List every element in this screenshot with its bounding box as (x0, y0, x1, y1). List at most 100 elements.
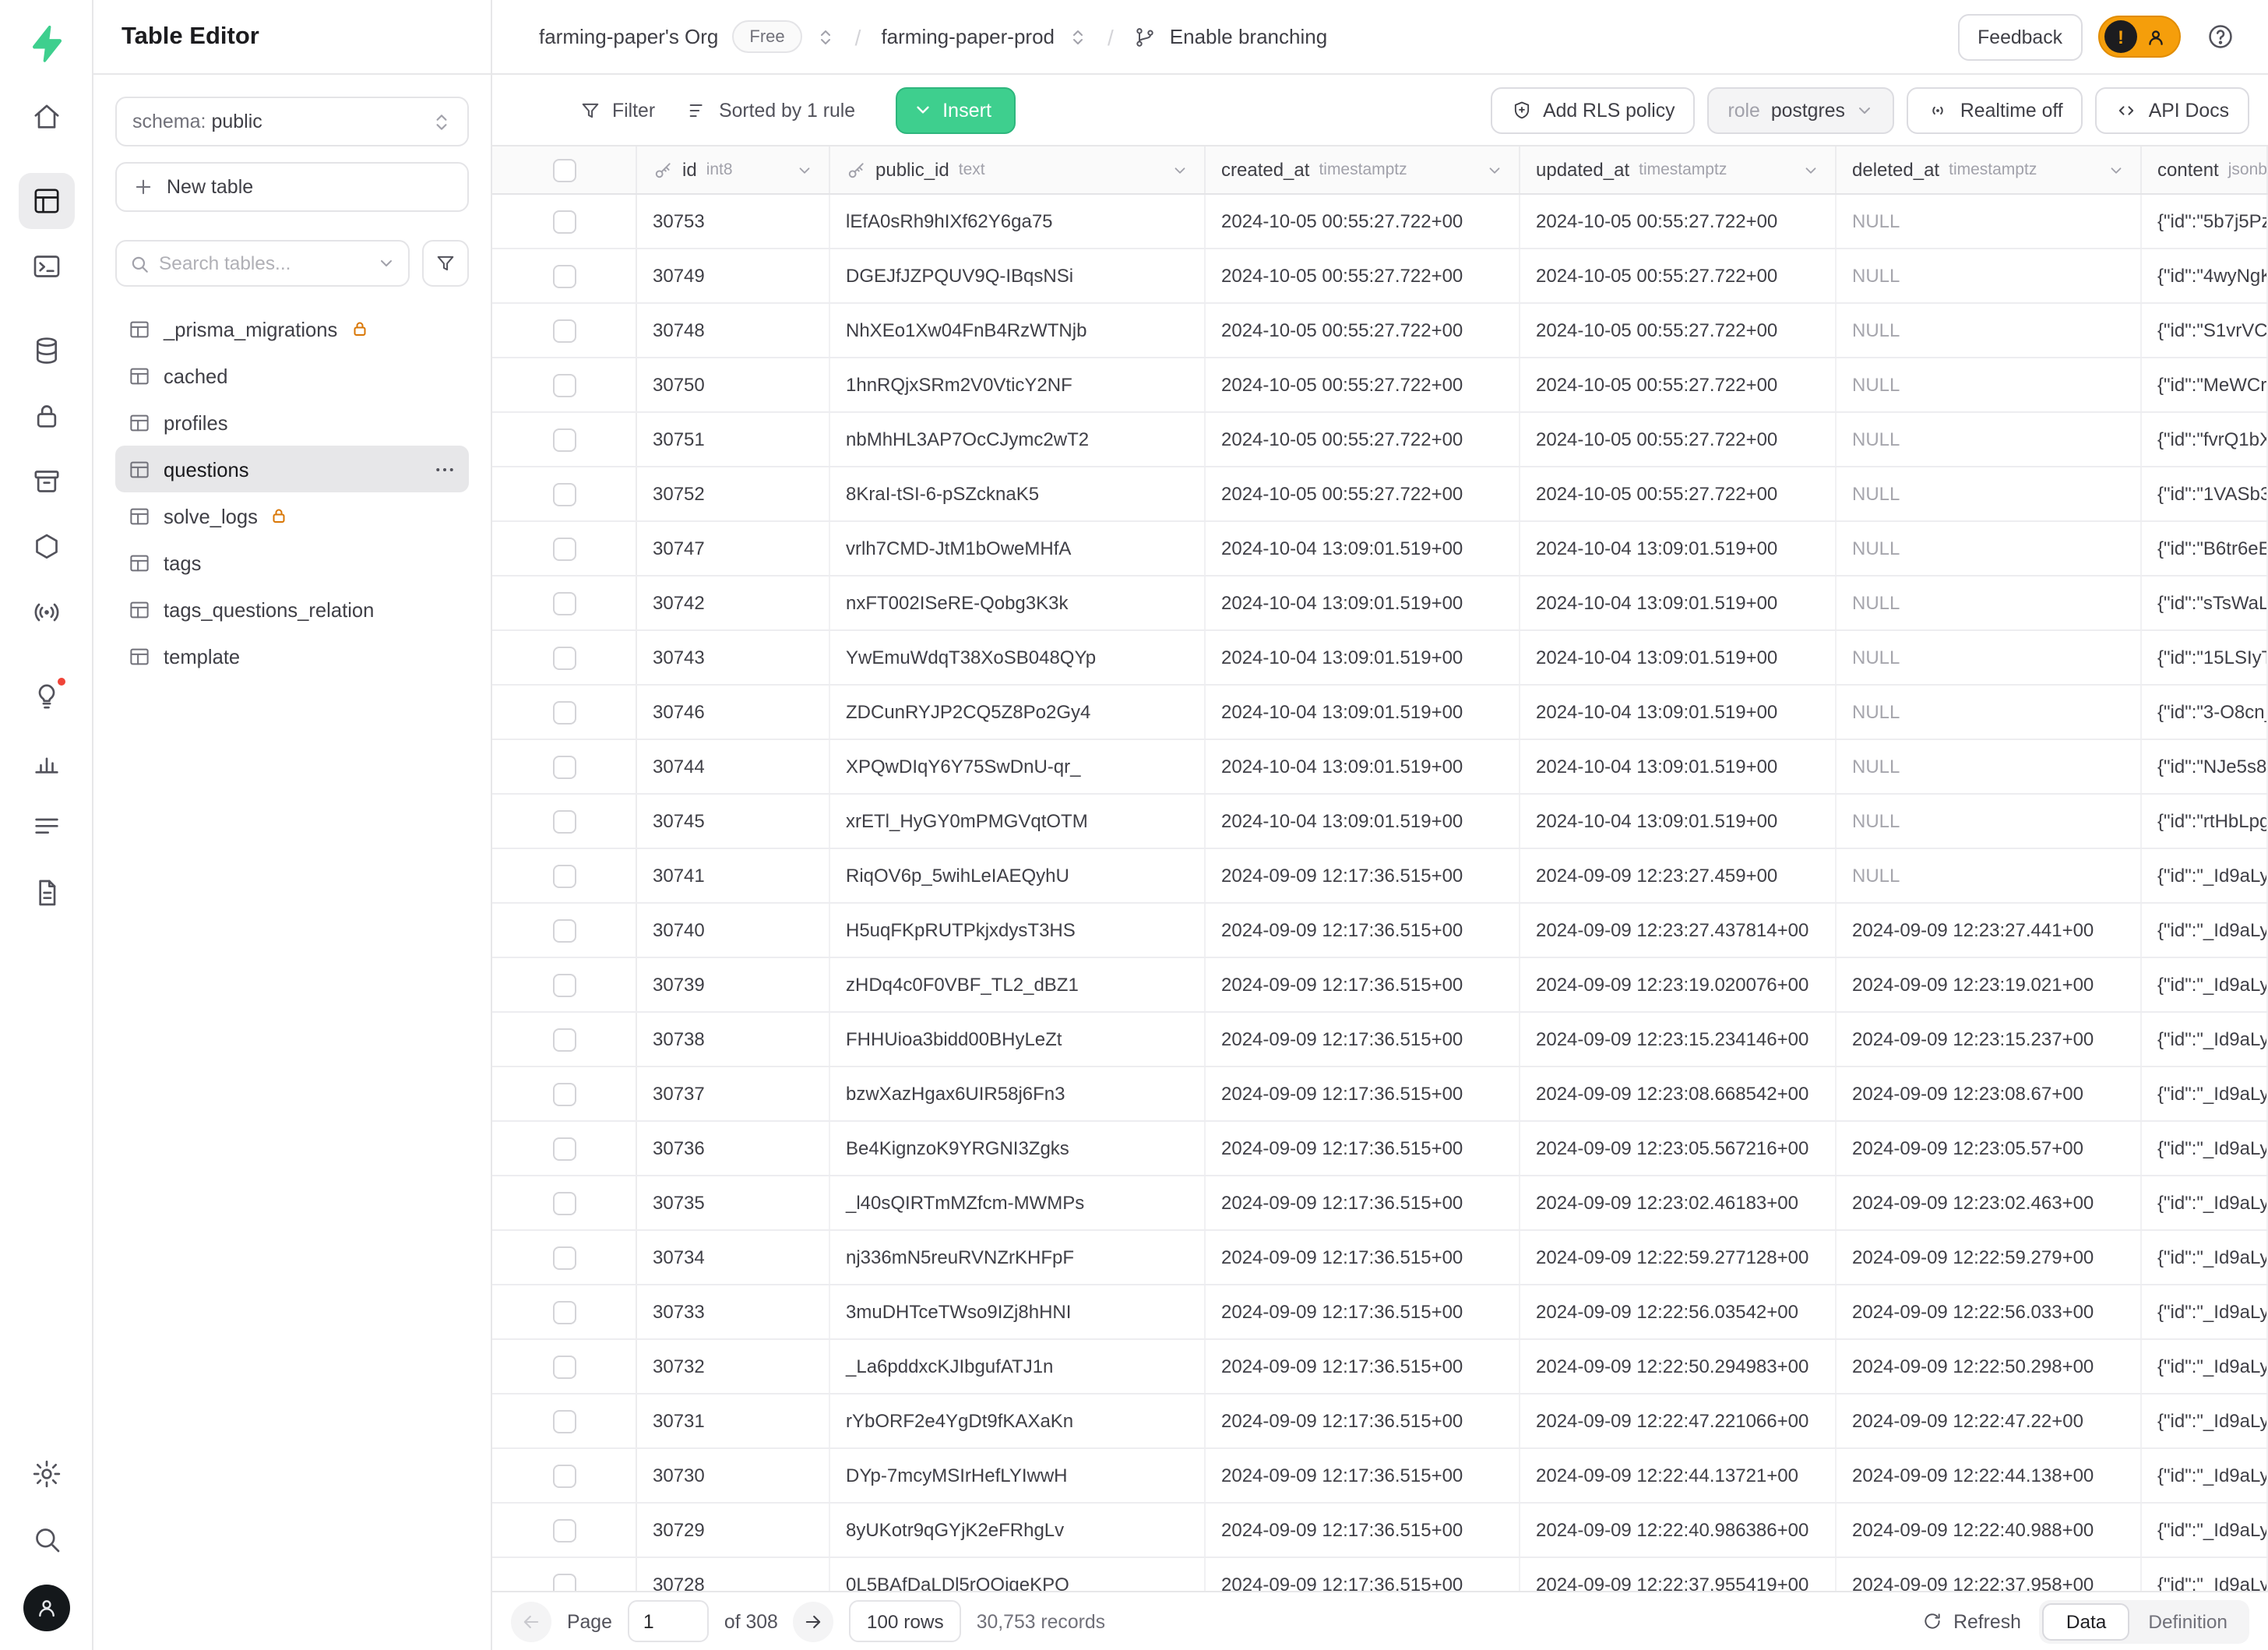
grid-cell[interactable]: 30746 (637, 686, 830, 739)
column-header[interactable]: content jsonb (2142, 146, 2268, 193)
grid-cell[interactable]: NULL (1837, 249, 2142, 302)
grid-cell[interactable]: 30734 (637, 1231, 830, 1284)
search-tables-field[interactable] (115, 240, 410, 287)
grid-cell[interactable]: lEfA0sRh9hIXf62Y6ga75 (830, 195, 1206, 248)
grid-cell[interactable]: 30752 (637, 467, 830, 520)
row-checkbox[interactable] (552, 373, 576, 397)
grid-cell[interactable]: 2024-09-09 12:22:44.138+00 (1837, 1449, 2142, 1502)
grid-cell[interactable]: 2024-10-04 13:09:01.519+00 (1206, 631, 1520, 684)
grid-cell[interactable]: 2024-09-09 12:17:36.515+00 (1206, 1285, 1520, 1338)
chevron-down-icon[interactable] (1802, 161, 1819, 178)
grid-cell[interactable]: 30740 (637, 904, 830, 957)
grid-cell[interactable]: zHDq4c0F0VBF_TL2_dBZ1 (830, 958, 1206, 1011)
grid-cell[interactable]: 30744 (637, 740, 830, 793)
grid-cell[interactable]: NULL (1837, 467, 2142, 520)
column-header[interactable]: deleted_at timestamptz (1837, 146, 2142, 193)
refresh-button[interactable]: Refresh (1922, 1610, 2021, 1632)
grid-cell[interactable]: DGEJfJZPQUV9Q-IBqsNSi (830, 249, 1206, 302)
grid-cell[interactable]: 2024-10-05 00:55:27.722+00 (1206, 413, 1520, 466)
org-switcher-icon[interactable] (816, 27, 835, 46)
grid-cell[interactable]: {"id":"_Id9aLyJpMHQLaiQC (2142, 1449, 2268, 1502)
grid-cell[interactable]: nj336mN5reuRVNZrKHFpF (830, 1231, 1206, 1284)
user-avatar[interactable] (23, 1585, 69, 1631)
grid-cell[interactable]: 8KraI-tSI-6-pSZcknaK5 (830, 467, 1206, 520)
grid-cell[interactable]: DYp-7mcyMSIrHefLYIwwH (830, 1449, 1206, 1502)
sql-editor-icon[interactable] (18, 238, 74, 294)
sidebar-table-item[interactable]: tags (115, 539, 469, 586)
rows-per-page-select[interactable]: 100 rows (850, 1600, 961, 1642)
grid-cell[interactable]: bzwXazHgax6UIR58j6Fn3 (830, 1067, 1206, 1120)
grid-cell[interactable]: 2024-10-04 13:09:01.519+00 (1206, 795, 1520, 848)
grid-cell[interactable]: YwEmuWdqT38XoSB048QYp (830, 631, 1206, 684)
grid-cell[interactable]: NULL (1837, 576, 2142, 629)
grid-cell[interactable]: 30738 (637, 1013, 830, 1066)
realtime-toggle-button[interactable]: Realtime off (1907, 86, 2083, 133)
schema-select[interactable]: schema: public (115, 97, 469, 146)
row-checkbox[interactable] (552, 1082, 576, 1105)
grid-cell[interactable]: 2024-09-09 12:23:05.567216+00 (1520, 1122, 1837, 1175)
grid-cell[interactable]: 2024-10-04 13:09:01.519+00 (1520, 740, 1837, 793)
project-switcher-icon[interactable] (1069, 27, 1087, 46)
grid-cell[interactable]: {"id":"_Id9aLyJpMHQLaiQC (2142, 1231, 2268, 1284)
grid-cell[interactable]: {"id":"15LSIyT0JGMf3Kl4Vn (2142, 631, 2268, 684)
grid-cell[interactable]: Be4KignzoK9YRGNI3Zgks (830, 1122, 1206, 1175)
grid-cell[interactable]: 2024-09-09 12:17:36.515+00 (1206, 1231, 1520, 1284)
grid-cell[interactable]: 2024-09-09 12:23:19.021+00 (1837, 958, 2142, 1011)
row-checkbox[interactable] (552, 264, 576, 287)
grid-cell[interactable]: 2024-09-09 12:22:50.298+00 (1837, 1340, 2142, 1393)
grid-cell[interactable]: 30742 (637, 576, 830, 629)
grid-cell[interactable]: 2024-09-09 12:23:08.67+00 (1837, 1067, 2142, 1120)
grid-cell[interactable]: 2024-09-09 12:17:36.515+00 (1206, 849, 1520, 902)
grid-cell[interactable]: 2024-10-04 13:09:01.519+00 (1520, 631, 1837, 684)
grid-cell[interactable]: 30739 (637, 958, 830, 1011)
grid-cell[interactable]: {"id":"fvrQ1bXoJ6XaAD08G (2142, 413, 2268, 466)
grid-cell[interactable]: 30741 (637, 849, 830, 902)
grid-cell[interactable]: NULL (1837, 795, 2142, 848)
row-checkbox[interactable] (552, 1518, 576, 1542)
sidebar-table-item[interactable]: cached (115, 352, 469, 399)
grid-cell[interactable]: {"id":"MeWCriorTPopA4Kc9 (2142, 358, 2268, 411)
grid-cell[interactable]: 30735 (637, 1176, 830, 1229)
grid-cell[interactable]: 2024-09-09 12:23:08.668542+00 (1520, 1067, 1837, 1120)
insert-button[interactable]: Insert (896, 86, 1015, 133)
row-checkbox[interactable] (552, 482, 576, 506)
feedback-button[interactable]: Feedback (1957, 13, 2083, 60)
grid-cell[interactable]: {"id":"S1vrVC5BrB59wqcM4 (2142, 304, 2268, 357)
grid-cell[interactable]: nbMhHL3AP7OcCJymc2wT2 (830, 413, 1206, 466)
row-checkbox[interactable] (552, 973, 576, 996)
row-checkbox[interactable] (552, 755, 576, 778)
grid-cell[interactable]: 2024-10-04 13:09:01.519+00 (1520, 686, 1837, 739)
grid-cell[interactable]: NULL (1837, 740, 2142, 793)
grid-cell[interactable]: xrETl_HyGY0mPMGVqtOTM (830, 795, 1206, 848)
help-icon[interactable] (2196, 13, 2243, 60)
grid-cell[interactable]: 2024-09-09 12:23:27.441+00 (1837, 904, 2142, 957)
grid-cell[interactable]: 8yUKotr9qGYjK2eFRhgLv (830, 1504, 1206, 1557)
grid-cell[interactable]: 30753 (637, 195, 830, 248)
prev-page-button[interactable] (511, 1601, 551, 1641)
grid-cell[interactable]: 2024-10-04 13:09:01.519+00 (1520, 522, 1837, 575)
grid-cell[interactable]: 2024-10-05 00:55:27.722+00 (1206, 358, 1520, 411)
grid-cell[interactable]: {"id":"sTsWaLCPsVA2WuK2 (2142, 576, 2268, 629)
grid-cell[interactable]: vrlh7CMD-JtM1bOweMHfA (830, 522, 1206, 575)
grid-cell[interactable]: 2024-10-04 13:09:01.519+00 (1206, 686, 1520, 739)
grid-cell[interactable]: 2024-10-04 13:09:01.519+00 (1206, 740, 1520, 793)
row-checkbox[interactable] (552, 319, 576, 342)
grid-cell[interactable]: {"id":"B6tr6eEFLrOVgeUmH (2142, 522, 2268, 575)
select-all-checkbox[interactable] (552, 158, 576, 182)
row-checkbox[interactable] (552, 1028, 576, 1051)
grid-cell[interactable]: 2024-10-04 13:09:01.519+00 (1206, 522, 1520, 575)
grid-cell[interactable]: FHHUioa3bidd00BHyLeZt (830, 1013, 1206, 1066)
sidebar-table-item[interactable]: profiles (115, 399, 469, 446)
project-name[interactable]: farming-paper-prod (881, 25, 1055, 48)
row-checkbox[interactable] (552, 591, 576, 615)
grid-cell[interactable]: {"id":"1VASb3phnXXkQPCpv (2142, 467, 2268, 520)
auth-icon[interactable] (18, 388, 74, 444)
grid-cell[interactable]: 30733 (637, 1285, 830, 1338)
grid-cell[interactable]: 2024-09-09 12:23:15.234146+00 (1520, 1013, 1837, 1066)
table-editor-icon[interactable] (18, 173, 74, 229)
row-checkbox[interactable] (552, 1137, 576, 1160)
grid-cell[interactable]: 2024-10-05 00:55:27.722+00 (1520, 195, 1837, 248)
grid-cell[interactable]: {"id":"_Id9aLyJpMHQLaiQC (2142, 1122, 2268, 1175)
row-checkbox[interactable] (552, 700, 576, 724)
grid-cell[interactable]: 30743 (637, 631, 830, 684)
